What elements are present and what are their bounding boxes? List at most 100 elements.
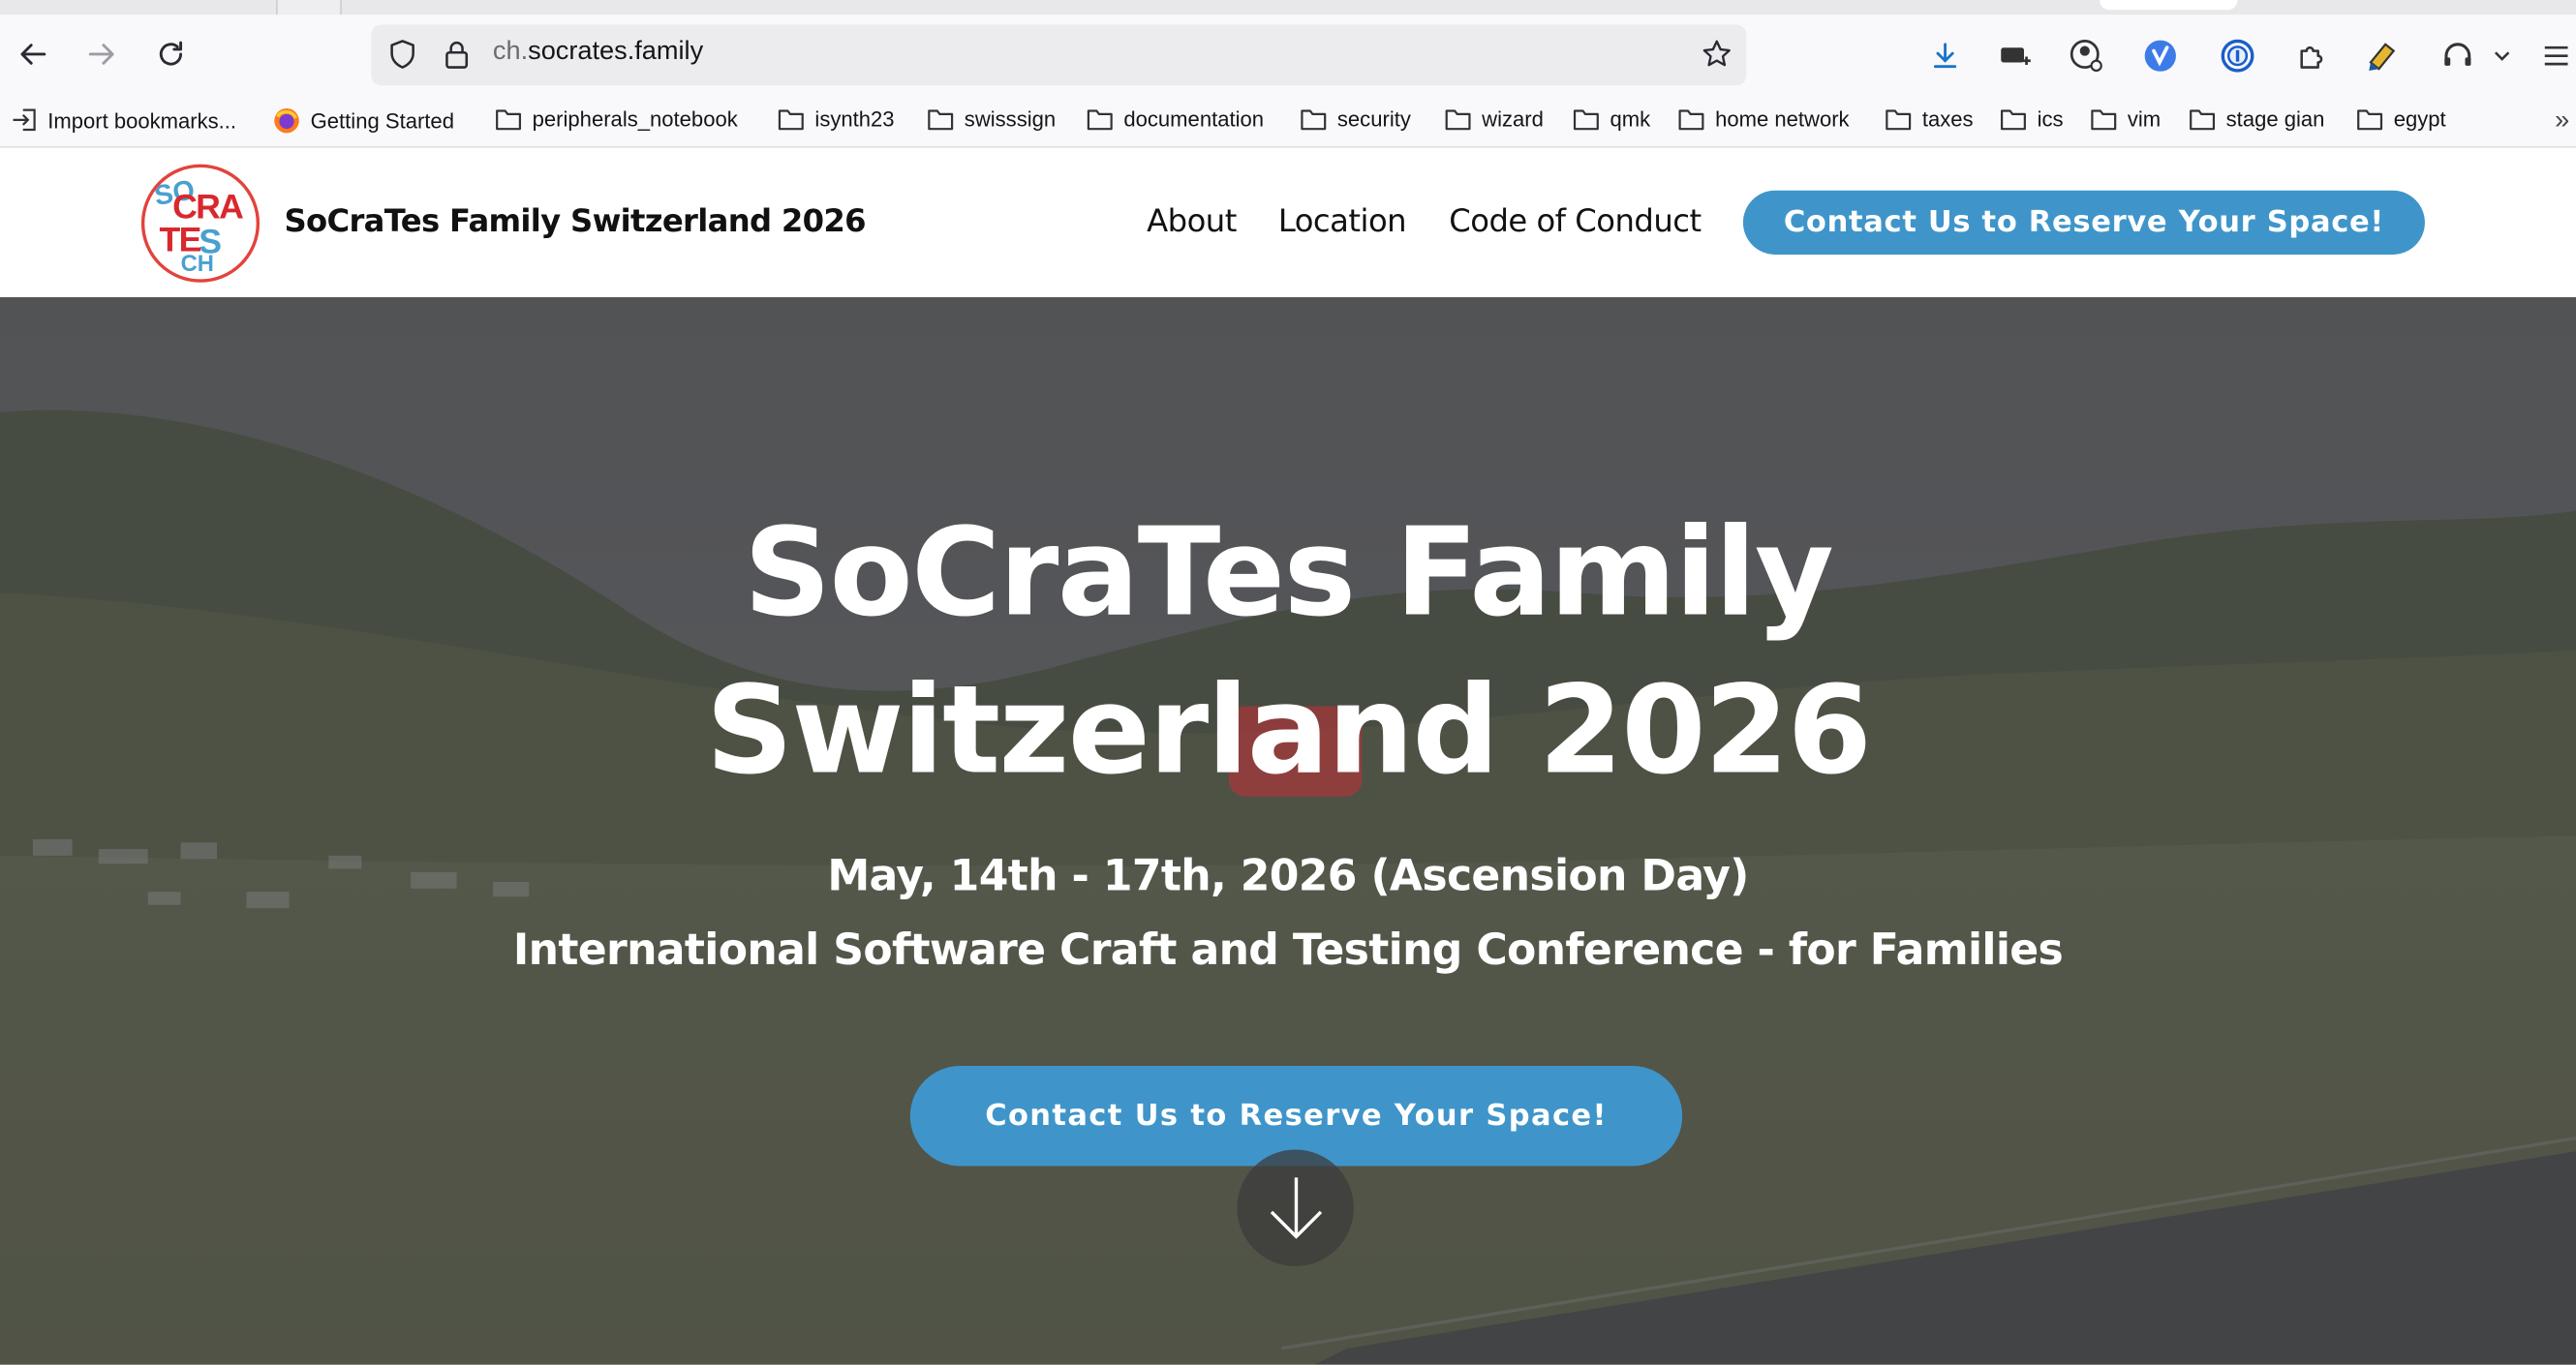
- folder-icon: [1886, 109, 1912, 131]
- bookmarks-toolbar: Import bookmarks... Getting Started peri…: [0, 95, 2576, 148]
- folder-icon: [928, 109, 954, 131]
- extension-button-3[interactable]: [2364, 36, 2404, 76]
- bookmarks-overflow-chevron-icon[interactable]: »: [2555, 106, 2569, 136]
- chevron-down-icon: [2494, 51, 2510, 61]
- downloads-button[interactable]: [1925, 36, 1965, 76]
- forward-arrow-icon: [88, 44, 114, 65]
- headphones-icon: [2444, 43, 2471, 66]
- bookmark-folder[interactable]: ics: [2000, 106, 2064, 132]
- bookmark-folder[interactable]: documentation: [1086, 106, 1265, 132]
- hero-title-line: SoCraTes Family: [743, 502, 1834, 644]
- bookmark-label: home network: [1715, 106, 1850, 132]
- url-text[interactable]: ch.socrates.family: [493, 38, 703, 68]
- bookmark-label: Getting Started: [310, 107, 454, 134]
- bookmark-folder[interactable]: security: [1300, 106, 1411, 132]
- bookmark-label: security: [1336, 106, 1411, 132]
- hero-date: May, 14th - 17th, 2026 (Ascension Day): [827, 852, 1749, 902]
- bookmark-label: swisssign: [964, 106, 1057, 132]
- folder-icon: [1301, 109, 1327, 131]
- extension-button-1[interactable]: [1996, 36, 2036, 76]
- folder-icon: [1087, 109, 1113, 131]
- password-manager-icon: [2221, 39, 2254, 73]
- nav-about[interactable]: About: [1147, 203, 1237, 239]
- download-icon: [1933, 43, 1957, 69]
- folder-icon: [2190, 109, 2216, 131]
- arrow-down-icon: [1269, 1176, 1322, 1238]
- back-arrow-icon: [20, 44, 46, 65]
- scroll-down-button[interactable]: [1237, 1149, 1354, 1266]
- bookmark-label: stage gian: [2225, 106, 2325, 132]
- bookmark-folder[interactable]: isynth23: [777, 106, 895, 132]
- bookmark-folder[interactable]: peripherals_notebook: [495, 106, 738, 132]
- folder-icon: [496, 109, 522, 131]
- bookmark-folder[interactable]: wizard: [1444, 106, 1544, 132]
- nav-location[interactable]: Location: [1278, 203, 1407, 239]
- bookmark-folder[interactable]: vim: [2090, 106, 2162, 132]
- address-bar[interactable]: ch.socrates.family: [371, 24, 1747, 86]
- url-domain: socrates.family: [528, 38, 704, 66]
- bookmark-label: peripherals_notebook: [532, 106, 738, 132]
- screen-icon: [2001, 47, 2031, 66]
- bookmark-import[interactable]: Import bookmarks...: [12, 106, 236, 133]
- password-manager-button[interactable]: [2218, 36, 2257, 76]
- hero-title: SoCraTes Family Switzerland 2026: [0, 495, 2576, 810]
- reload-icon: [159, 41, 183, 66]
- extension-dropdown[interactable]: [2487, 36, 2517, 76]
- bookmark-label: documentation: [1123, 106, 1265, 132]
- bookmark-folder[interactable]: home network: [1677, 106, 1850, 132]
- bookmark-label: ics: [2037, 106, 2064, 132]
- shield-icon[interactable]: [386, 38, 419, 71]
- account-button[interactable]: [2067, 36, 2106, 76]
- extensions-button[interactable]: [2292, 36, 2332, 76]
- hamburger-menu-icon: [2544, 46, 2568, 66]
- tab[interactable]: [276, 0, 342, 15]
- folder-icon: [1445, 109, 1471, 131]
- puzzle-icon: [2300, 46, 2323, 69]
- back-button[interactable]: [10, 31, 56, 76]
- browser-toolbar: ch.socrates.family: [0, 15, 2576, 96]
- bookmark-label: egypt: [2393, 106, 2446, 132]
- hero-subtitle: International Software Craft and Testing…: [512, 925, 2064, 976]
- bookmark-folder[interactable]: stage gian: [2189, 106, 2325, 132]
- header-contact-button[interactable]: Contact Us to Reserve Your Space!: [1742, 190, 2425, 255]
- folder-icon: [1678, 109, 1704, 131]
- folder-icon: [2357, 109, 2383, 131]
- url-subdomain: ch.: [492, 38, 529, 66]
- site-title[interactable]: SoCraTes Family Switzerland 2026: [284, 203, 866, 239]
- bookmark-folder[interactable]: qmk: [1572, 106, 1651, 132]
- site-logo[interactable]: SO CRA TE S CH: [140, 164, 261, 283]
- bookmark-label: wizard: [1482, 106, 1544, 132]
- bookmark-label: taxes: [1921, 106, 1974, 132]
- bookmark-label: isynth23: [814, 106, 895, 132]
- account-icon: [2070, 40, 2102, 73]
- reload-button[interactable]: [148, 31, 195, 76]
- extension-button-4[interactable]: [2438, 36, 2478, 76]
- bookmark-label: Import bookmarks...: [47, 107, 237, 133]
- import-icon: [13, 108, 36, 132]
- bookmark-folder[interactable]: egypt: [2356, 106, 2446, 132]
- check-badge-icon: [2144, 40, 2176, 72]
- menu-button[interactable]: [2536, 36, 2576, 76]
- tab-indicator: [2100, 0, 2238, 11]
- forward-button[interactable]: [78, 31, 125, 76]
- highlighter-icon: [2369, 43, 2396, 71]
- site-header: SO CRA TE S CH SoCraTes Family Switzerla…: [0, 149, 2576, 298]
- hero-title-line: Switzerland 2026: [705, 659, 1872, 802]
- logo-text: CH: [180, 249, 214, 276]
- bookmark-star-icon[interactable]: [1701, 38, 1733, 71]
- firefox-icon: [274, 107, 299, 134]
- bookmark-label: vim: [2127, 106, 2162, 132]
- folder-icon: [1573, 109, 1599, 131]
- extension-button-2[interactable]: [2140, 36, 2180, 76]
- folder-icon: [2091, 109, 2117, 131]
- folder-icon: [778, 109, 804, 131]
- bookmark-folder[interactable]: swisssign: [927, 106, 1057, 132]
- bookmark-folder[interactable]: taxes: [1885, 106, 1974, 132]
- hero-section: SoCraTes Family Switzerland 2026 May, 14…: [0, 297, 2576, 1365]
- folder-icon: [2000, 109, 2026, 131]
- lock-icon[interactable]: [442, 38, 472, 71]
- tab-strip: [0, 0, 2576, 15]
- bookmark-label: qmk: [1610, 106, 1651, 132]
- nav-code-of-conduct[interactable]: Code of Conduct: [1449, 203, 1702, 239]
- bookmark-getting-started[interactable]: Getting Started: [273, 106, 454, 135]
